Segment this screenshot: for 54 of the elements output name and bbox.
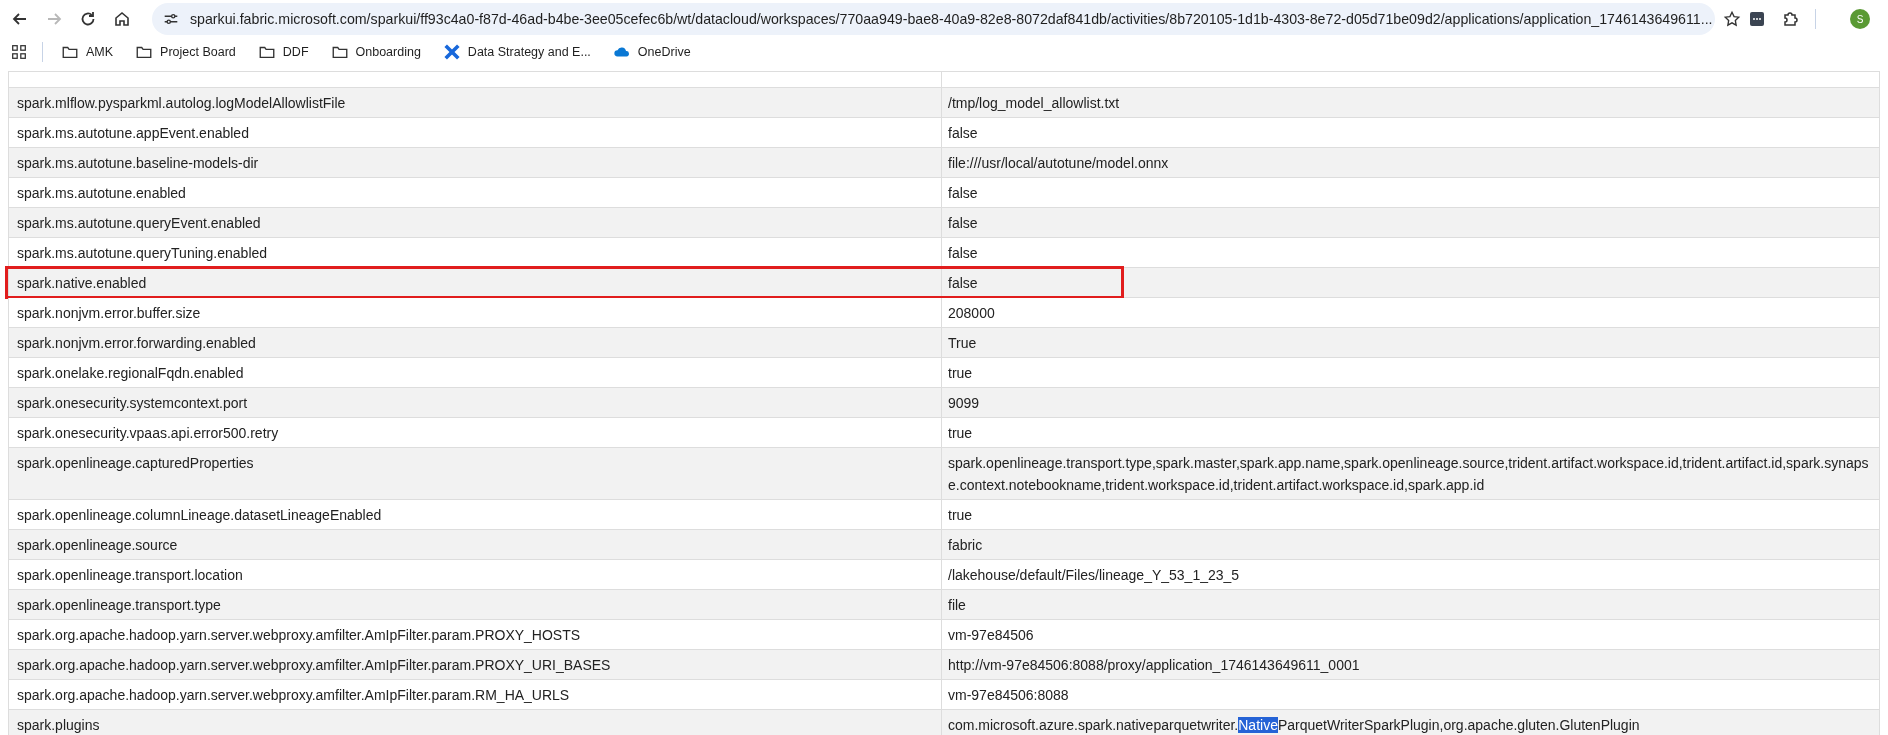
property-name-cell: spark.nonjvm.error.buffer.size xyxy=(8,298,941,327)
property-name-cell: spark.ms.autotune.queryEvent.enabled xyxy=(8,208,941,237)
property-name-cell: spark.org.apache.hadoop.yarn.server.webproxy.amfilter.AmIpFilter.param.PROXY_URI_BASES xyxy=(8,650,941,679)
property-name-cell: spark.onesecurity.systemcontext.port xyxy=(8,388,941,417)
property-value-cell: 9099 xyxy=(941,388,1880,417)
property-value-cell: false xyxy=(941,208,1880,237)
property-name-cell: spark.native.enabled xyxy=(8,268,941,297)
property-value-cell: /lakehouse/default/Files/lineage_Y_53_1_23_5 xyxy=(941,560,1880,589)
star-icon[interactable] xyxy=(1722,10,1741,28)
bookmark-item[interactable]: AMK xyxy=(57,43,118,61)
property-value-cell: file:///usr/local/autotune/model.onnx xyxy=(941,148,1880,177)
bookmark-item[interactable]: Onboarding xyxy=(326,43,425,61)
property-name-cell: spark.org.apache.hadoop.yarn.server.webproxy.amfilter.AmIpFilter.param.PROXY_HOSTS xyxy=(8,620,941,649)
property-name-cell: spark.openlineage.capturedProperties xyxy=(8,448,941,499)
property-name-cell: spark.openlineage.columnLineage.datasetLineageEnabled xyxy=(8,500,941,529)
property-value-cell: http://vm-97e84506:8088/proxy/application_1746143649611_0001 xyxy=(941,650,1880,679)
property-value-cell: vm-97e84506 xyxy=(941,620,1880,649)
property-name-cell: spark.mlflow.pysparkml.autolog.logModelAllowlistFile xyxy=(8,88,941,117)
property-name-cell: spark.onelake.regionalFqdn.enabled xyxy=(8,358,941,387)
url-text: sparkui.fabric.microsoft.com/sparkui/ff93c4a0-f87d-46ad-b4be-3ee05cefec6b/wt/datacloud/workspaces/770aa949-bae8-40a9-82e8-8072daf841db/activities/8b720105-1d1b-4303-8e72-d05d71be09d2/applications/application_1746143649611... xyxy=(190,11,1713,27)
property-value-cell: True xyxy=(941,328,1880,357)
bookmark-item[interactable]: Data Strategy and E... xyxy=(438,43,595,61)
property-value-cell: false xyxy=(941,178,1880,207)
property-value-cell: fabric xyxy=(941,530,1880,559)
property-value-cell: true xyxy=(941,358,1880,387)
apps-grid-icon[interactable] xyxy=(10,43,28,61)
property-name-cell: spark.nonjvm.error.forwarding.enabled xyxy=(8,328,941,357)
property-value-cell: true xyxy=(941,500,1880,529)
property-name-cell: spark.plugins xyxy=(8,710,941,735)
property-name-cell: spark.openlineage.transport.location xyxy=(8,560,941,589)
bookmark-item[interactable]: Project Board xyxy=(131,43,240,61)
property-value-cell: /tmp/log_model_allowlist.txt xyxy=(941,88,1880,117)
home-icon[interactable] xyxy=(112,9,132,29)
property-value-cell: file xyxy=(941,590,1880,619)
property-name-cell: spark.ms.autotune.baseline-models-dir xyxy=(8,148,941,177)
property-value-cell: 208000 xyxy=(941,298,1880,327)
property-value-cell: true xyxy=(941,418,1880,447)
property-name-cell: spark.openlineage.transport.type xyxy=(8,590,941,619)
extension-icon[interactable] xyxy=(1747,9,1767,29)
puzzle-icon[interactable] xyxy=(1781,9,1801,29)
property-value-cell: spark.openlineage.transport.type,spark.master,spark.app.name,spark.openlineage.source,trident.artifact.workspace.id,trident.artifact.id,spark.synapse.context.notebookname,trident.workspace.id,trident.artifact.workspace.id,spark.app.id xyxy=(941,448,1880,499)
property-value-cell: false xyxy=(941,118,1880,147)
property-value-cell: false xyxy=(941,238,1880,267)
property-name-cell: spark.onesecurity.vpaas.api.error500.retry xyxy=(8,418,941,447)
property-value-cell: vm-97e84506:8088 xyxy=(941,680,1880,709)
property-name-cell: spark.ms.autotune.appEvent.enabled xyxy=(8,118,941,147)
property-name-cell: spark.openlineage.source xyxy=(8,530,941,559)
cross-logo-icon xyxy=(442,43,461,61)
bookmark-item[interactable]: OneDrive xyxy=(608,43,695,61)
property-name-cell: spark.ms.autotune.queryTuning.enabled xyxy=(8,238,941,267)
property-value-cell: false xyxy=(941,268,1880,297)
property-name-cell: spark.org.apache.hadoop.yarn.server.webproxy.amfilter.AmIpFilter.param.RM_HA_URLS xyxy=(8,680,941,709)
bookmark-item[interactable]: DDF xyxy=(253,43,313,61)
property-name-cell: spark.ms.autotune.enabled xyxy=(8,178,941,207)
